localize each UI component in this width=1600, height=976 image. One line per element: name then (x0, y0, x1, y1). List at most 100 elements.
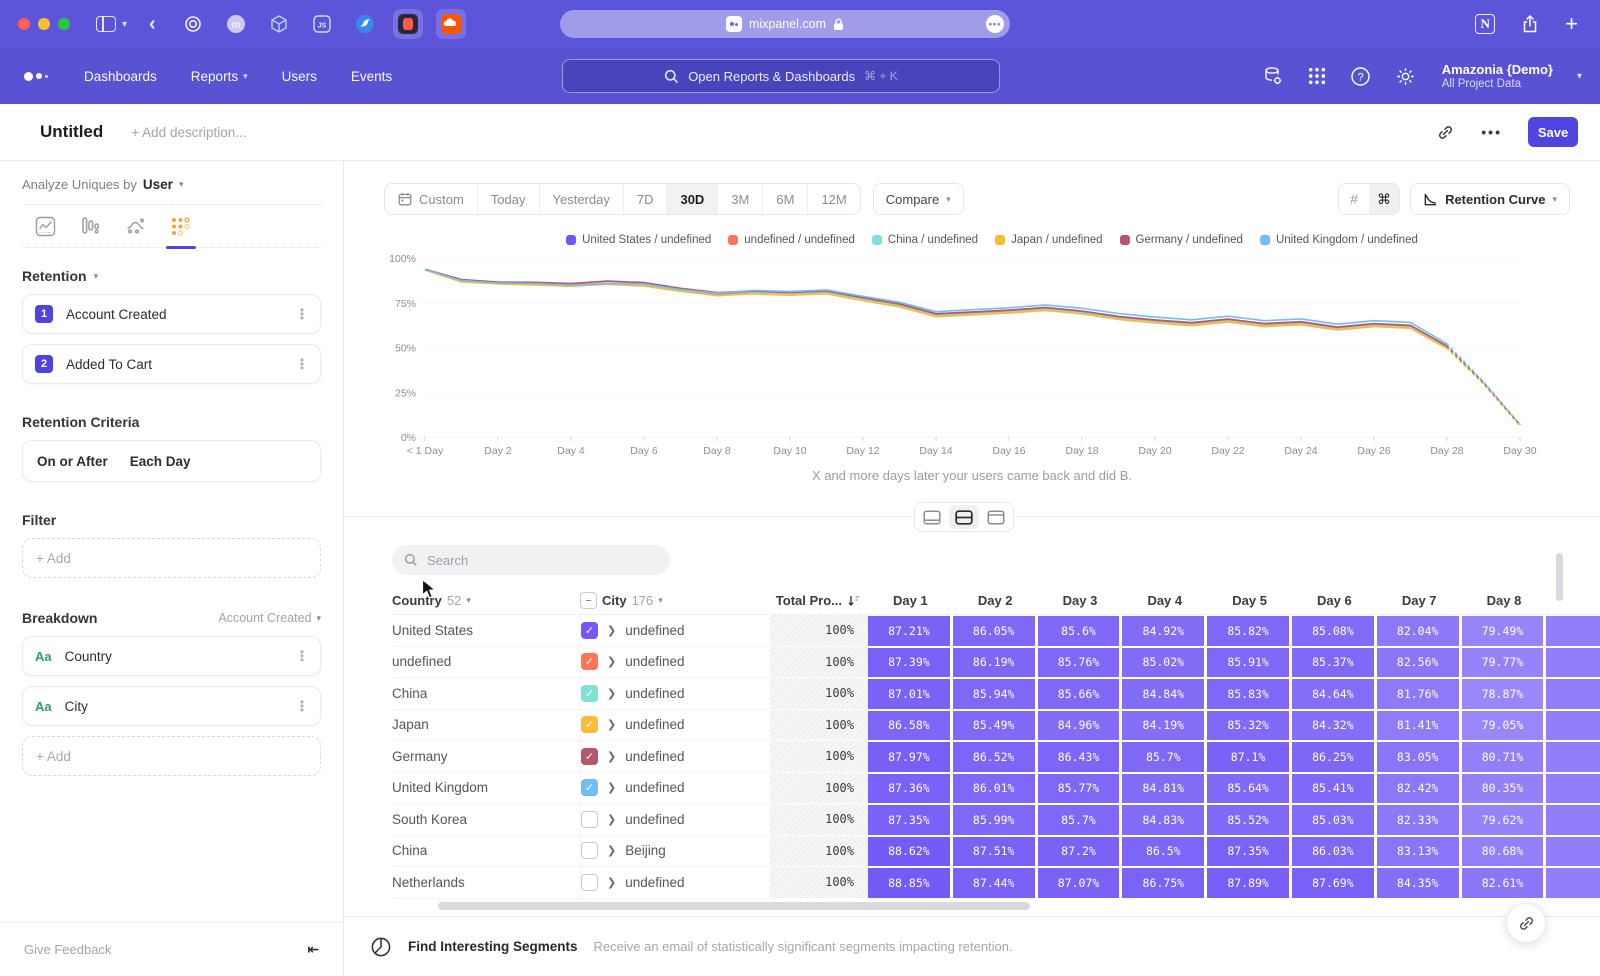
city-cell[interactable]: ❯Beijing (580, 836, 770, 868)
legend-item[interactable]: undefined / undefined (728, 234, 855, 246)
js-icon[interactable]: JS (307, 9, 337, 39)
nav-link-events[interactable]: Events (351, 69, 392, 84)
retention-step-2[interactable]: 2Added To Cart••• (22, 344, 321, 384)
retention-curve-chart[interactable]: 0%25%50%75%100%< 1 DayDay 2Day 4Day 6Day… (384, 250, 1560, 460)
city-cell[interactable]: ❯undefined (580, 867, 770, 899)
table-search-input[interactable]: Search (392, 545, 670, 575)
day-column-header[interactable]: Day 7 (1377, 593, 1462, 608)
country-cell[interactable]: China (392, 836, 580, 868)
settings-gear-icon[interactable] (1395, 66, 1416, 87)
share-report-fab[interactable] (1506, 903, 1546, 943)
day-column-header[interactable]: Day 1 (868, 593, 953, 608)
total-column-header[interactable]: Total Pro... (770, 593, 868, 608)
range-12m[interactable]: 12M (808, 184, 859, 214)
range-30d[interactable]: 30D (667, 184, 718, 214)
back-icon[interactable]: ‹ (149, 13, 156, 36)
expand-chevron-icon[interactable]: ❯ (607, 844, 616, 857)
address-bar[interactable]: mixpanel.com ••• (560, 10, 1010, 38)
range-7d[interactable]: 7D (624, 184, 668, 214)
breakdown-scope-selector[interactable]: Account Created▾ (218, 611, 321, 625)
expand-chevron-icon[interactable]: ❯ (607, 750, 616, 763)
segments-title[interactable]: Find Interesting Segments (408, 939, 578, 954)
expand-chevron-icon[interactable]: ❯ (607, 687, 616, 700)
bird-icon[interactable] (350, 9, 380, 39)
row-checkbox[interactable] (581, 842, 598, 859)
add-description[interactable]: + Add description... (131, 125, 246, 140)
tab-insights[interactable] (34, 215, 56, 237)
breakdown-item-country[interactable]: AaCountry••• (22, 636, 321, 676)
vertical-scrollbar[interactable] (1556, 553, 1563, 601)
row-checkbox[interactable]: ✓ (581, 653, 598, 670)
tab-funnels[interactable] (79, 215, 101, 237)
nav-link-users[interactable]: Users (282, 69, 317, 84)
report-title[interactable]: Untitled (40, 122, 103, 142)
expand-chevron-icon[interactable]: ❯ (607, 781, 616, 794)
row-checkbox[interactable]: ✓ (581, 716, 598, 733)
collapse-sidebar-icon[interactable]: ⇤ (307, 941, 319, 958)
apps-grid-icon[interactable] (1308, 67, 1326, 85)
copy-link-icon[interactable] (1436, 123, 1455, 142)
analyze-value[interactable]: User (143, 177, 173, 192)
kebab-menu-icon[interactable]: ••• (296, 650, 308, 662)
breakdown-add-button[interactable]: + Add (22, 736, 321, 776)
filter-add-button[interactable]: + Add (22, 538, 321, 578)
country-cell[interactable]: Japan (392, 710, 580, 742)
absolute-values-toggle[interactable]: # (1339, 184, 1369, 214)
city-cell[interactable]: ✓❯undefined (580, 773, 770, 805)
expand-chevron-icon[interactable]: ❯ (607, 718, 616, 731)
retention-section-header[interactable]: Retention▾ (22, 268, 321, 284)
global-search[interactable]: Open Reports & Dashboards ⌘ + K (562, 59, 1000, 93)
share-icon[interactable] (1521, 14, 1539, 34)
retention-step-1[interactable]: 1Account Created••• (22, 294, 321, 334)
kebab-menu-icon[interactable]: ••• (296, 358, 308, 370)
row-checkbox[interactable] (581, 874, 598, 891)
city-column-header[interactable]: – City176▾ (580, 592, 770, 609)
tab-flows[interactable] (124, 215, 146, 237)
city-cell[interactable]: ❯undefined (580, 804, 770, 836)
country-cell[interactable]: undefined (392, 647, 580, 679)
legend-item[interactable]: United Kingdom / undefined (1260, 234, 1418, 246)
zoom-window-icon[interactable] (58, 18, 70, 30)
expand-chevron-icon[interactable]: ❯ (607, 655, 616, 668)
row-checkbox[interactable]: ✓ (581, 622, 598, 639)
city-cell[interactable]: ✓❯undefined (580, 678, 770, 710)
criteria-on-or-after[interactable]: On or After (37, 454, 108, 469)
country-cell[interactable]: United States (392, 615, 580, 647)
expand-chevron-icon[interactable]: ❯ (607, 876, 616, 889)
country-cell[interactable]: United Kingdom (392, 773, 580, 805)
table-view-button[interactable] (981, 505, 1011, 529)
day-column-header[interactable]: Day 3 (1038, 593, 1123, 608)
criteria-card[interactable]: On or After Each Day (22, 440, 321, 482)
nav-link-dashboards[interactable]: Dashboards (84, 69, 157, 84)
chevron-down-icon[interactable]: ▾ (122, 19, 127, 30)
split-view-button[interactable] (949, 505, 979, 529)
legend-item[interactable]: China / undefined (872, 234, 978, 246)
chart-type-dropdown[interactable]: Retention Curve▾ (1410, 183, 1570, 215)
site-settings-icon[interactable]: ••• (986, 15, 1004, 33)
day-column-header[interactable]: Day 4 (1122, 593, 1207, 608)
kebab-menu-icon[interactable]: ••• (296, 700, 308, 712)
row-checkbox[interactable]: ✓ (581, 779, 598, 796)
horizontal-scrollbar[interactable] (438, 902, 1030, 910)
city-cell[interactable]: ✓❯undefined (580, 615, 770, 647)
close-window-icon[interactable] (18, 18, 30, 30)
legend-item[interactable]: Japan / undefined (995, 234, 1102, 246)
row-checkbox[interactable]: ✓ (581, 748, 598, 765)
mixpanel-tab-icon[interactable] (393, 9, 423, 39)
range-yesterday[interactable]: Yesterday (540, 184, 624, 214)
tab-retention[interactable] (169, 215, 191, 237)
sidebar-icon[interactable] (96, 16, 116, 32)
day-column-header[interactable]: Day 2 (953, 593, 1038, 608)
range-3m[interactable]: 3M (718, 184, 763, 214)
row-checkbox[interactable] (581, 811, 598, 828)
cloud-tab-icon[interactable] (436, 9, 466, 39)
help-icon[interactable]: ? (1350, 66, 1371, 87)
city-cell[interactable]: ✓❯undefined (580, 741, 770, 773)
kebab-menu-icon[interactable]: ••• (296, 308, 308, 320)
project-switcher[interactable]: Amazonia {Demo} All Project Data (1442, 62, 1553, 90)
country-cell[interactable]: China (392, 678, 580, 710)
day-column-header[interactable]: Day 6 (1292, 593, 1377, 608)
range-custom[interactable]: Custom (385, 184, 478, 214)
new-tab-icon[interactable]: + (1565, 11, 1578, 37)
more-options-icon[interactable]: ••• (1481, 124, 1502, 140)
